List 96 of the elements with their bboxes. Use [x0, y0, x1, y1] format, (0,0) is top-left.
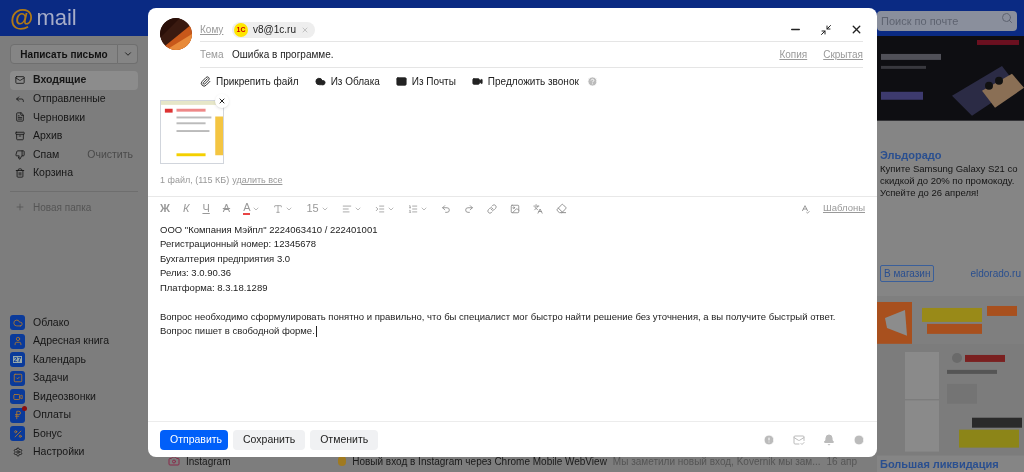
cloud-icon	[314, 75, 326, 87]
align-button[interactable]	[341, 203, 362, 214]
collapse-icon[interactable]	[820, 23, 832, 36]
app-tile[interactable]	[10, 333, 25, 349]
underline-button[interactable]: Ч	[202, 200, 210, 217]
close-icon[interactable]	[850, 23, 863, 36]
plus-icon	[15, 202, 25, 213]
cloud-icon	[12, 317, 23, 328]
delete-all-link[interactable]: удалить все	[232, 174, 283, 188]
link-icon[interactable]	[486, 203, 497, 214]
logo-text: mail	[36, 7, 77, 29]
text-size-button[interactable]	[273, 203, 294, 214]
reply-arrow-icon	[15, 93, 25, 104]
app-link[interactable]: Настройки	[33, 444, 85, 460]
checkbox-icon	[12, 373, 23, 383]
attach-action[interactable]: Из Облака	[314, 73, 380, 89]
video-camera-icon	[12, 391, 23, 402]
app-link[interactable]: Задачи	[33, 370, 69, 386]
search-icon[interactable]	[1001, 12, 1013, 24]
image-icon[interactable]	[509, 203, 520, 214]
indent-button[interactable]	[374, 203, 395, 214]
folder-item[interactable]: Входящие	[10, 71, 138, 90]
app-link[interactable]: Видеозвонки	[33, 388, 96, 405]
attach-action[interactable]: Предложить звонок	[471, 73, 579, 89]
app-tile[interactable]	[10, 389, 25, 404]
eraser-icon[interactable]	[555, 203, 567, 214]
app-link[interactable]: Бонус	[33, 425, 62, 442]
indent-icon	[374, 203, 385, 214]
shop-button[interactable]: В магазин	[880, 265, 935, 283]
trash-icon	[15, 168, 25, 179]
ruble-coin-icon	[12, 410, 23, 420]
alert-icon[interactable]	[763, 433, 775, 446]
strikethrough-button[interactable]: A	[222, 200, 231, 217]
subject-label: Тема	[200, 48, 225, 62]
attach-action[interactable]: Прикрепить файл	[200, 73, 299, 89]
templates-link[interactable]: Шаблоны	[823, 201, 865, 216]
list-button[interactable]	[407, 203, 428, 214]
video-camera-icon	[471, 75, 483, 87]
attachments-summary: 1 файл, (115 КБ)	[160, 174, 230, 187]
app-tile[interactable]	[10, 370, 25, 386]
document-icon	[15, 112, 25, 123]
action-button[interactable]: Отменить	[310, 429, 379, 450]
paperclip-icon	[200, 75, 211, 87]
folder-item[interactable]: Архив	[10, 126, 138, 146]
to-label[interactable]: Кому	[200, 22, 232, 37]
body-text-line: Релиз: 3.0.90.36	[160, 266, 231, 280]
redo-icon[interactable]	[463, 203, 474, 214]
folder-item[interactable]: Черновики	[10, 108, 138, 127]
subject-field[interactable]: Ошибка в программе.	[232, 47, 780, 62]
align-left-icon	[341, 203, 352, 214]
camera-icon	[168, 454, 180, 468]
spellcheck-icon[interactable]	[800, 203, 810, 214]
archive-box-icon	[15, 131, 25, 142]
thumbs-down-icon	[15, 149, 25, 160]
body-text-line: Платформа: 8.3.18.1289	[160, 280, 268, 295]
settings-icon	[12, 447, 23, 457]
envelope-check-icon[interactable]	[793, 433, 805, 446]
action-button[interactable]: Сохранить	[233, 429, 306, 450]
app-tile[interactable]	[10, 407, 25, 423]
body-text-line: Вопрос необходимо сформулировать понятно и правильно, что бы специалист мог быстро найти решение без уточнения, а вы получите быстрый ответ.	[160, 309, 836, 324]
domain-link[interactable]: eldorado.ru	[970, 266, 1021, 282]
app-tile[interactable]	[10, 426, 25, 441]
app-link[interactable]: Календарь	[33, 351, 86, 368]
remove-attachment-button[interactable]	[215, 94, 229, 108]
undo-icon[interactable]	[440, 203, 451, 214]
text-size-icon	[273, 203, 284, 214]
app-link[interactable]: Облако	[33, 314, 70, 331]
help-icon[interactable]	[586, 75, 598, 87]
person-icon	[12, 336, 23, 346]
body-text-line: ООО "Компания Мэйпл" 2224063410 / 222401001	[160, 222, 378, 237]
folder-item[interactable]: Отправленные	[10, 89, 138, 109]
percent-icon	[12, 428, 23, 439]
app-link[interactable]: Адресная книга	[33, 333, 109, 349]
attach-action[interactable]: Из Почты	[395, 73, 456, 89]
compose-options-button[interactable]	[118, 44, 138, 64]
bcc-link[interactable]: Скрытая	[823, 47, 863, 62]
caret-icon	[122, 49, 133, 59]
translate-icon[interactable]	[532, 203, 543, 214]
app-link[interactable]: Оплаты	[33, 407, 71, 423]
compose-button[interactable]: Написать письмо	[10, 44, 118, 64]
close-icon	[218, 97, 226, 105]
italic-button[interactable]: К	[182, 200, 190, 217]
body-text-line: Регистрационный номер: 12345678	[160, 237, 317, 251]
bold-button[interactable]: Ж	[160, 200, 170, 217]
body-text-line: Вопрос пишет в свободной форме.	[160, 324, 315, 338]
send-button[interactable]: Отправить	[160, 429, 228, 450]
folder-item[interactable]: Корзина	[10, 163, 138, 183]
cc-link[interactable]: Копия	[779, 47, 808, 62]
numbered-list-icon	[407, 203, 418, 214]
body-text-line: Бухгалтерия предприятия 3.0	[160, 251, 291, 266]
bell-icon[interactable]	[823, 433, 835, 446]
logo-symbol: @	[10, 6, 34, 30]
ad-text: Купите Samsung Galaxy S21 со скидкой до 20% по промокоду. Успейте до 26 апреля!	[880, 163, 1019, 200]
text-color-button[interactable]: A	[243, 202, 261, 215]
font-size-dropdown[interactable]: 15	[306, 200, 329, 217]
app-tile[interactable]	[10, 315, 25, 330]
